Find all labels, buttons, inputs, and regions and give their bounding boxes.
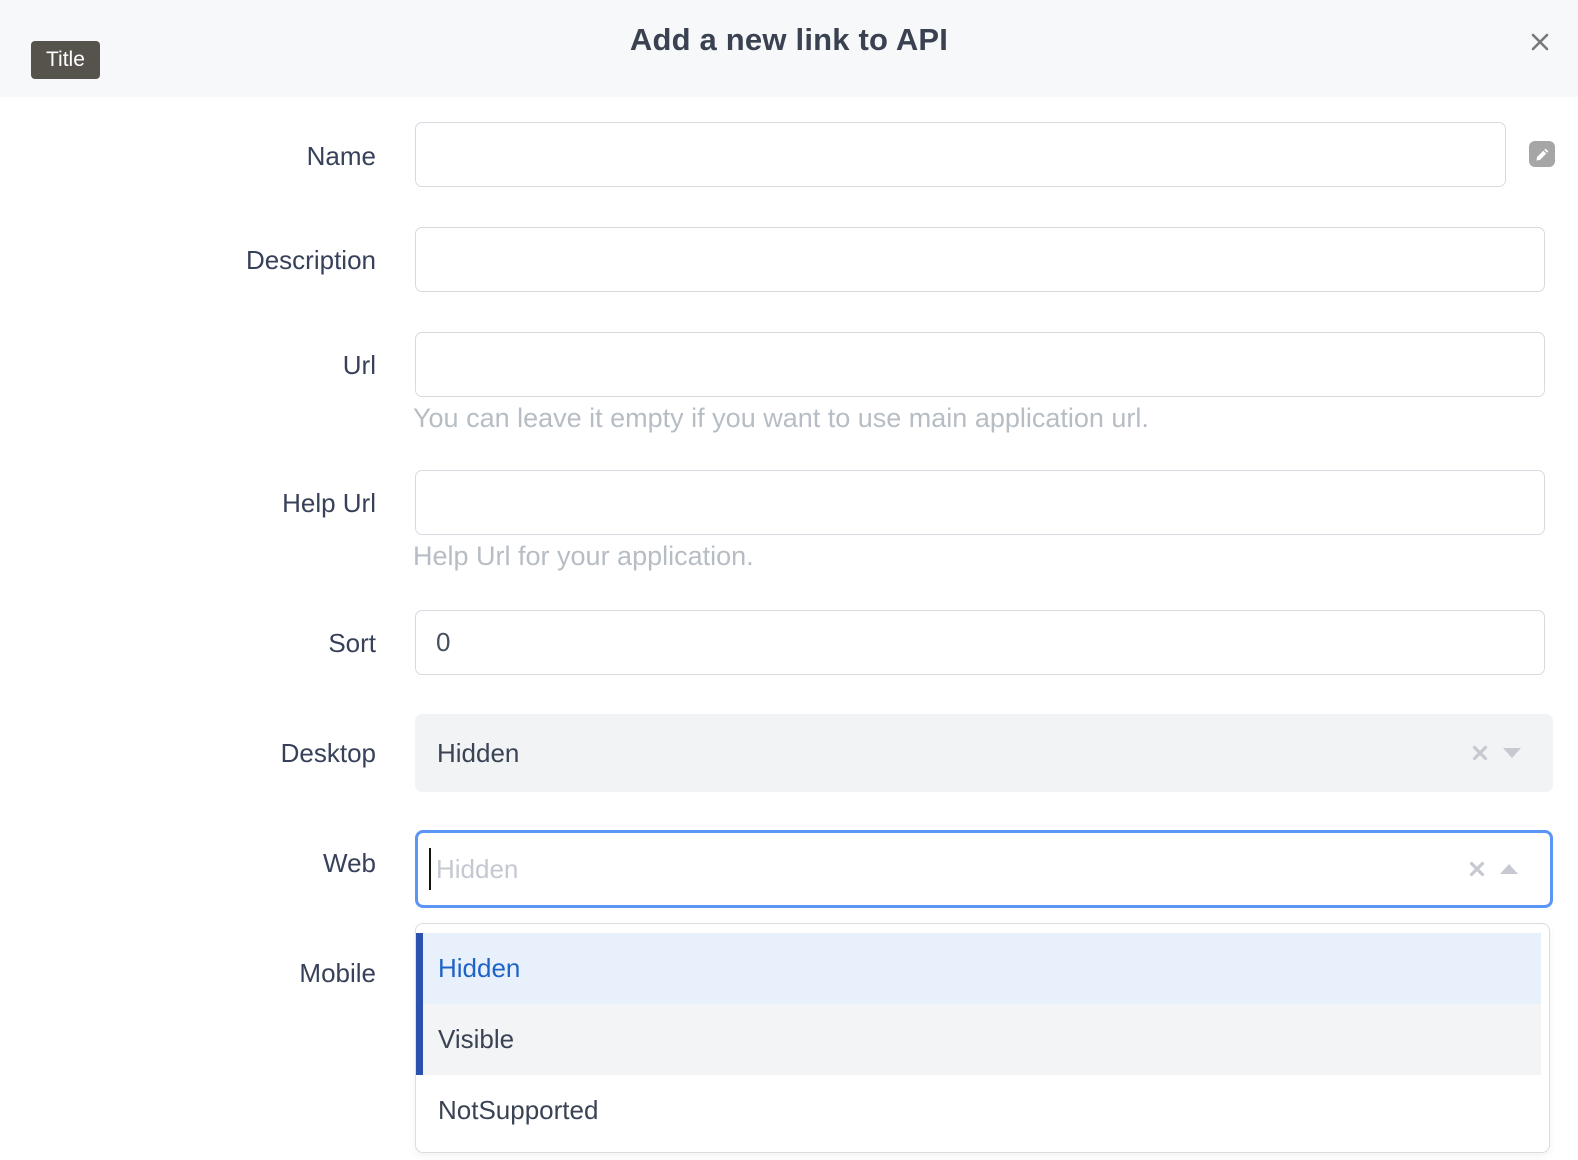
page-title: Add a new link to API [0,20,1578,60]
help-url-helper-text: Help Url for your application. [413,541,754,571]
desktop-label: Desktop [0,737,376,769]
chevron-up-icon[interactable] [1500,864,1518,874]
web-select[interactable]: Hidden [415,830,1553,908]
clear-icon[interactable] [1471,744,1489,762]
mobile-label: Mobile [0,957,376,989]
web-select-placeholder: Hidden [431,854,518,885]
name-label: Name [0,140,376,172]
title-tooltip: Title [31,41,100,79]
modal-header: Add a new link to API Title [0,0,1578,97]
name-input[interactable] [415,122,1506,187]
add-link-modal: Add a new link to API Title Name Descrip… [0,0,1578,1160]
chevron-down-icon[interactable] [1503,748,1521,758]
web-select-dropdown: Hidden Visible NotSupported [415,923,1550,1153]
url-label: Url [0,349,376,381]
desktop-select-value: Hidden [415,738,519,769]
help-url-label: Help Url [0,487,376,519]
description-input[interactable] [415,227,1545,292]
sort-input[interactable] [415,610,1545,675]
url-helper-text: You can leave it empty if you want to us… [413,403,1149,433]
selection-indicator-bar [416,933,423,1075]
desktop-select[interactable]: Hidden [415,714,1553,792]
pencil-icon [1535,147,1550,162]
url-input[interactable] [415,332,1545,397]
description-label: Description [0,244,376,276]
sort-label: Sort [0,627,376,659]
dropdown-option-notsupported[interactable]: NotSupported [416,1075,1541,1146]
close-icon [1528,30,1552,54]
name-edit-button[interactable] [1529,141,1555,167]
help-url-input[interactable] [415,470,1545,535]
dropdown-option-hidden[interactable]: Hidden [416,933,1541,1004]
dropdown-option-visible[interactable]: Visible [416,1004,1541,1075]
web-label: Web [0,847,376,879]
clear-icon[interactable] [1468,860,1486,878]
close-button[interactable] [1524,26,1556,58]
